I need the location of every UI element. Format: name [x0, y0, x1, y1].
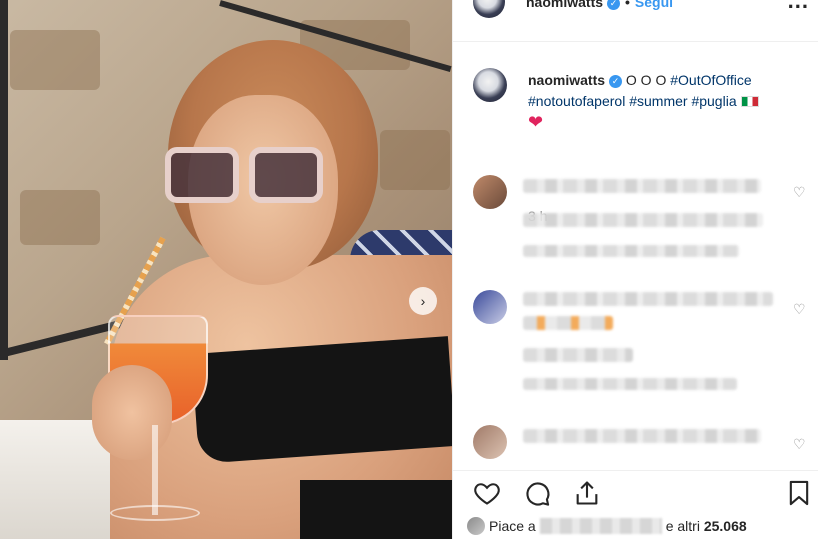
share-icon[interactable]: [573, 479, 601, 507]
chevron-right-icon[interactable]: ›: [409, 287, 437, 315]
header-user-line: naomiwatts ✓ • Segui: [526, 0, 673, 10]
blurred-comment-meta: [523, 378, 737, 390]
hashtag-link[interactable]: #notoutofaperol: [528, 93, 625, 109]
hashtag-link[interactable]: #puglia: [691, 93, 736, 109]
post-header: naomiwatts ✓ • Segui ...: [453, 0, 818, 42]
wall-stone: [20, 190, 100, 245]
likes-prefix: Piace a: [489, 518, 536, 534]
sunglasses-lens-right: [249, 147, 323, 203]
comment-icon[interactable]: [523, 479, 551, 507]
separator-dot: •: [625, 0, 630, 10]
glass-foot: [110, 505, 200, 521]
verified-badge-icon: ✓: [609, 75, 623, 88]
blurred-comment-text: [523, 348, 633, 362]
blurred-comment-text: [523, 316, 613, 330]
action-bar: [453, 470, 818, 510]
avatar[interactable]: [473, 0, 505, 18]
hand: [92, 365, 172, 460]
glass-stem: [152, 425, 158, 515]
blurred-comment-text: [523, 429, 761, 443]
username-link[interactable]: naomiwatts: [526, 0, 603, 10]
comment-like-icon[interactable]: ♡: [793, 302, 807, 316]
sunglasses-lens-left: [165, 147, 239, 203]
avatar[interactable]: [473, 175, 507, 209]
post-sidebar: naomiwatts ✓ • Segui ... naomiwatts ✓ O O O …: [452, 0, 818, 539]
black-bottom: [300, 480, 452, 539]
post-photo[interactable]: ›: [0, 0, 452, 539]
avatar[interactable]: [473, 290, 507, 324]
avatar: [467, 517, 485, 535]
blurred-comment-text: [523, 292, 773, 306]
wall-stone: [380, 130, 450, 190]
heart-emoji: ❤: [528, 112, 544, 132]
black-top: [191, 336, 452, 464]
blurred-comment-text: [523, 179, 761, 193]
caption-prefix: O O O: [625, 72, 667, 88]
more-options-icon[interactable]: ...: [788, 0, 809, 14]
blurred-comment-meta: [523, 245, 739, 257]
wall-stone: [10, 30, 100, 90]
italy-flag-icon: [740, 96, 759, 107]
blurred-liker-name[interactable]: [539, 518, 662, 534]
hashtag-link[interactable]: #OutOfOffice: [670, 72, 751, 88]
hashtag-link[interactable]: #summer: [629, 93, 687, 109]
heart-icon[interactable]: [473, 479, 501, 507]
caption-username-link[interactable]: naomiwatts: [528, 72, 605, 88]
sunglasses: [165, 147, 325, 205]
comment-like-icon[interactable]: ♡: [793, 185, 807, 199]
follow-button[interactable]: Segui: [635, 0, 673, 10]
comment-like-icon[interactable]: ♡: [793, 437, 807, 451]
avatar[interactable]: [473, 68, 507, 102]
likes-count[interactable]: 25.068: [704, 518, 747, 534]
likes-summary[interactable]: Piace a e altri 25.068: [467, 517, 747, 535]
verified-badge-icon: ✓: [607, 0, 621, 10]
likes-suffix: e altri: [665, 518, 700, 534]
caption-text: naomiwatts ✓ O O O #OutOfOffice #notoutof…: [528, 70, 808, 134]
blurred-comment-text: [523, 213, 763, 227]
avatar[interactable]: [473, 425, 507, 459]
bed-frame-post: [0, 0, 8, 360]
bookmark-icon[interactable]: [785, 479, 813, 507]
